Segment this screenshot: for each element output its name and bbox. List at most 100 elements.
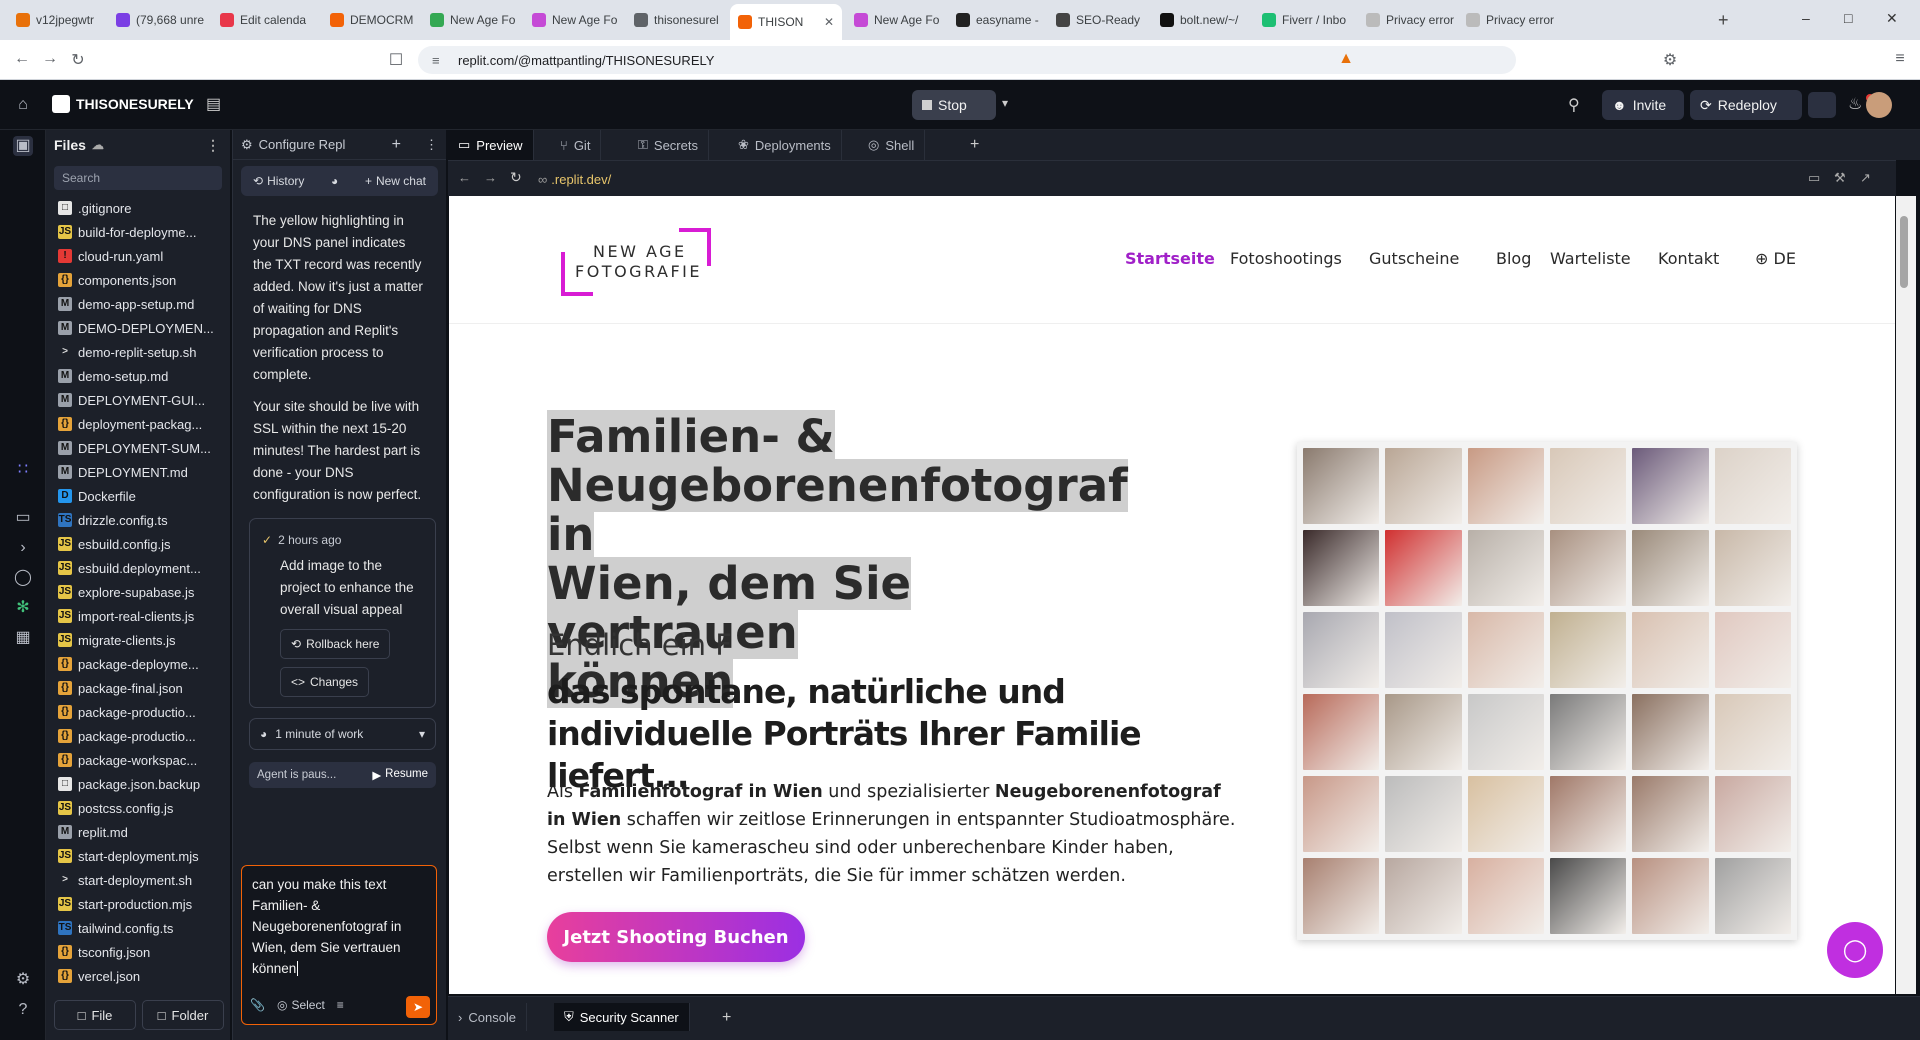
- file-tree-item[interactable]: {} package-productio...: [46, 724, 230, 748]
- reload-icon[interactable]: ↻: [510, 169, 522, 186]
- nav-link-fotoshootings[interactable]: Fotoshootings: [1230, 249, 1342, 268]
- file-tree-item[interactable]: > demo-replit-setup.sh: [46, 340, 230, 364]
- browser-tab[interactable]: New Age Fo: [846, 6, 944, 34]
- tab-deployments[interactable]: ❀ Deployments: [728, 130, 842, 160]
- invite-button[interactable]: ☻ Invite: [1602, 90, 1684, 120]
- file-tree-item[interactable]: TS tailwind.config.ts: [46, 916, 230, 940]
- new-tab-icon[interactable]: +: [1718, 10, 1729, 31]
- add-tab-icon[interactable]: +: [392, 136, 401, 154]
- preview-url-field[interactable]: ∞ .replit.dev/: [538, 167, 1798, 191]
- sliders-icon[interactable]: ≡: [337, 995, 344, 1016]
- file-tree-item[interactable]: > start-deployment.sh: [46, 868, 230, 892]
- browser-tab[interactable]: SEO-Ready: [1048, 6, 1148, 34]
- agent-tab-title[interactable]: Configure Repl: [259, 137, 346, 152]
- file-tree-item[interactable]: JS esbuild.deployment...: [46, 556, 230, 580]
- browser-tab[interactable]: v12jpegwtr: [8, 6, 104, 34]
- devices-icon[interactable]: ▭: [1808, 170, 1820, 186]
- file-tree-item[interactable]: {} deployment-packag...: [46, 412, 230, 436]
- file-tree-item[interactable]: JS start-deployment.mjs: [46, 844, 230, 868]
- add-tab-icon[interactable]: +: [970, 136, 979, 154]
- browser-tab[interactable]: (79,668 unre: [108, 6, 208, 34]
- file-tree-item[interactable]: TS drizzle.config.ts: [46, 508, 230, 532]
- file-tree-item[interactable]: {} vercel.json: [46, 964, 230, 988]
- add-tab-icon[interactable]: +: [722, 1009, 731, 1027]
- brave-shield-icon[interactable]: ▲: [1336, 50, 1356, 68]
- scrollbar-thumb[interactable]: [1900, 216, 1908, 288]
- file-tree-item[interactable]: Mdemo-app-setup.md: [46, 292, 230, 316]
- browser-tab[interactable]: Privacy error: [1458, 6, 1554, 34]
- file-tree-item[interactable]: M DEPLOYMENT.md: [46, 460, 230, 484]
- tab-shell[interactable]: ◎ Shell: [858, 130, 926, 160]
- file-tree-item[interactable]: {} package-productio...: [46, 700, 230, 724]
- agent-icon[interactable]: ∷: [13, 460, 33, 480]
- forward-icon[interactable]: →: [484, 170, 497, 185]
- site-logo[interactable]: NEW AGE FOTOGRAFIE: [561, 228, 711, 296]
- project-name[interactable]: THISONESURELY: [76, 96, 194, 112]
- extensions-icon[interactable]: ⚙: [1660, 50, 1680, 70]
- file-tree-item[interactable]: JS migrate-clients.js: [46, 628, 230, 652]
- browser-tab[interactable]: easyname -: [948, 6, 1044, 34]
- file-tree-item[interactable]: □ .gitignore: [46, 196, 230, 220]
- browser-tab[interactable]: DEMOCRM: [322, 6, 418, 34]
- more-options-icon[interactable]: ⋮: [206, 137, 220, 154]
- devtools-icon[interactable]: ⚒: [1834, 170, 1846, 186]
- browser-tab[interactable]: thisonesurel: [626, 6, 726, 34]
- attach-icon[interactable]: 📎: [250, 995, 265, 1016]
- tab-secrets[interactable]: ⚿ Secrets: [628, 130, 709, 160]
- new-chat-button[interactable]: + New chat: [357, 168, 434, 194]
- close-window-icon[interactable]: ✕: [1886, 10, 1898, 27]
- shell-icon[interactable]: ›: [13, 538, 33, 558]
- deploy-menu-button[interactable]: [1808, 92, 1836, 118]
- file-tree-item[interactable]: M DEMO-DEPLOYMEN...: [46, 316, 230, 340]
- file-tree-item[interactable]: {} package-final.json: [46, 676, 230, 700]
- sync-icon[interactable]: ☁: [92, 138, 104, 152]
- files-search-input[interactable]: Search: [54, 166, 222, 190]
- browser-tab[interactable]: THISON ✕: [730, 4, 842, 40]
- nav-link-gutscheine[interactable]: Gutscheine: [1369, 249, 1459, 268]
- file-tree-item[interactable]: M DEPLOYMENT-GUI...: [46, 388, 230, 412]
- tab-git[interactable]: ⑂ Git: [550, 130, 602, 160]
- file-tree-item[interactable]: JS import-real-clients.js: [46, 604, 230, 628]
- nav-link-kontakt[interactable]: Kontakt: [1658, 249, 1719, 268]
- file-tree-item[interactable]: {} package-deployme...: [46, 652, 230, 676]
- redeploy-button[interactable]: ⟳ Redeploy: [1690, 90, 1802, 120]
- open-new-tab-icon[interactable]: ↗: [1860, 170, 1871, 186]
- browser-tab[interactable]: Edit calenda: [212, 6, 318, 34]
- more-options-icon[interactable]: ⋮: [425, 137, 438, 153]
- all-tools-icon[interactable]: ▦: [13, 628, 33, 648]
- webview-icon[interactable]: ▭: [13, 508, 33, 528]
- search-icon[interactable]: ⚲: [1568, 95, 1580, 115]
- file-tree-item[interactable]: JS esbuild.config.js: [46, 532, 230, 556]
- work-summary-toggle[interactable]: ◕ 1 minute of work ▾: [249, 718, 436, 750]
- back-icon[interactable]: ←: [458, 170, 471, 185]
- project-menu-icon[interactable]: ▤: [206, 94, 221, 114]
- tab-preview[interactable]: ▭ Preview: [448, 130, 534, 160]
- resume-button[interactable]: ▶ Resume: [372, 768, 428, 782]
- browser-tab[interactable]: Fiverr / Inbo: [1254, 6, 1354, 34]
- browser-tab[interactable]: New Age Fo: [524, 6, 622, 34]
- changes-button[interactable]: <> Changes: [280, 667, 370, 697]
- restore-icon[interactable]: □: [1844, 10, 1852, 26]
- help-icon[interactable]: ?: [13, 1000, 33, 1020]
- avatar[interactable]: [1866, 92, 1892, 118]
- back-icon[interactable]: ←: [12, 50, 32, 68]
- browser-tab[interactable]: bolt.new/~/: [1152, 6, 1250, 34]
- send-button[interactable]: ➤: [406, 996, 430, 1018]
- rollback-button[interactable]: ⟲ Rollback here: [280, 629, 391, 659]
- file-tree-item[interactable]: {} tsconfig.json: [46, 940, 230, 964]
- file-tree-item[interactable]: M DEPLOYMENT-SUM...: [46, 436, 230, 460]
- file-tree-item[interactable]: JS postcss.config.js: [46, 796, 230, 820]
- file-tree-item[interactable]: {} components.json: [46, 268, 230, 292]
- file-tree-item[interactable]: {} package-workspac...: [46, 748, 230, 772]
- file-tree-item[interactable]: □ package.json.backup: [46, 772, 230, 796]
- reload-icon[interactable]: ↻: [68, 50, 88, 70]
- file-tree-item[interactable]: JS build-for-deployme...: [46, 220, 230, 244]
- browser-tab[interactable]: Privacy error: [1358, 6, 1454, 34]
- new-file-button[interactable]: □ File: [54, 1000, 136, 1030]
- close-icon[interactable]: ✕: [824, 15, 834, 29]
- deployments-icon[interactable]: ✻: [13, 598, 33, 618]
- forward-icon[interactable]: →: [40, 50, 60, 68]
- nav-link-startseite[interactable]: Startseite: [1125, 249, 1215, 268]
- bottom-tab-security-scanner[interactable]: ⛨ Security Scanner: [554, 1003, 690, 1031]
- chevron-down-icon[interactable]: ▾: [1002, 96, 1008, 110]
